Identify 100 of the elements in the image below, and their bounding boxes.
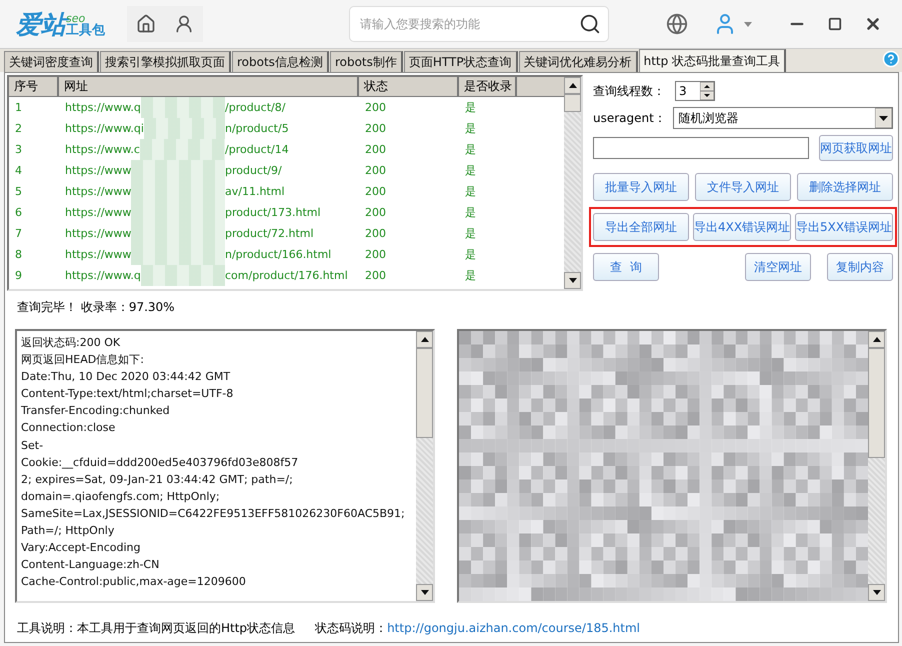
scrollbar-thumb[interactable] (868, 348, 885, 458)
down-arrow-icon (872, 590, 880, 595)
table-cell-text: 是 (464, 121, 477, 136)
table-cell-text: 4 (14, 164, 23, 177)
up-arrow-icon (568, 83, 576, 88)
down-arrow-icon (420, 590, 428, 595)
response-line: 返回状态码:200 OK (21, 335, 122, 351)
useragent-dropdown[interactable]: 随机浏览器 (673, 107, 893, 129)
fetch-urls-button[interactable]: 网页获取网址 (818, 135, 893, 161)
scroll-up-button[interactable] (564, 77, 581, 94)
tab[interactable]: 关键词优化难易分析 (518, 51, 638, 72)
caret-icon[interactable] (744, 22, 752, 26)
url-text: https://www (65, 248, 132, 261)
table-cell-text: 200 (364, 143, 387, 156)
scroll-down-button[interactable] (868, 584, 885, 601)
column-header[interactable]: 状态 (359, 77, 459, 97)
url-text: https://www (65, 185, 132, 198)
tool-description: 工具说明：本工具用于查询网页返回的Http状态信息 (17, 620, 296, 637)
useragent-label: useragent： (593, 110, 667, 126)
response-line: Vary:Accept-Encoding (21, 540, 142, 556)
user-icon[interactable] (165, 6, 203, 42)
response-line: Content-Type:text/html;charset=UTF-8 (21, 386, 234, 402)
url-text: https://www (65, 164, 132, 177)
table-cell-text: 9 (14, 269, 23, 282)
url-text: av/11.html (225, 185, 285, 198)
up-arrow-icon (420, 337, 428, 342)
url-text: n/product/5 (225, 122, 289, 135)
table-cell-text: 3 (14, 143, 23, 156)
url-input-field[interactable] (593, 137, 809, 159)
response-line: Transfer-Encoding:chunked (21, 403, 171, 420)
table-cell-text: 200 (364, 122, 387, 135)
table-cell-text: 5 (14, 185, 23, 198)
status-code-label: 状态码说明： (315, 621, 388, 635)
table-cell-text: 200 (364, 206, 387, 219)
export-button[interactable]: 导出全部网址 (593, 213, 689, 241)
tab[interactable]: robots制作 (330, 51, 403, 72)
spinner-arrows-icon[interactable] (700, 82, 714, 100)
url-text: https://www (65, 227, 132, 240)
url-text: https://www.qi (65, 122, 144, 135)
status-code-link[interactable]: http://gongju.aizhan.com/course/185.html (387, 621, 640, 635)
home-icon[interactable] (127, 6, 165, 42)
column-header[interactable]: 是否收录 (459, 77, 517, 97)
column-header[interactable]: 网址 (59, 77, 359, 97)
scroll-up-button[interactable] (868, 331, 885, 348)
dropdown-button[interactable] (875, 108, 892, 128)
url-text: https://www.q (65, 101, 141, 114)
export-button[interactable]: 导出5XX错误网址 (795, 213, 893, 241)
url-text: https://www.q (65, 269, 141, 282)
response-line: Cache-Control:public,max-age=1209600 (21, 574, 247, 590)
table-cell-text: 200 (364, 248, 387, 261)
export-button[interactable]: 导出4XX错误网址 (693, 213, 791, 241)
threads-label: 查询线程数： (593, 82, 666, 100)
table-cell-text: 是 (464, 163, 477, 178)
url-text: /product/14 (225, 143, 289, 156)
response-line: Connection:close (21, 420, 116, 436)
copy-content-button[interactable]: 复制内容 (827, 253, 893, 281)
help-icon[interactable] (882, 50, 900, 68)
table-cell-text: 1 (14, 101, 23, 114)
response-line: 网页返回HEAD信息如下: (21, 352, 145, 368)
table-cell-text: 200 (364, 185, 387, 198)
query-button[interactable]: 查 询 (593, 253, 659, 281)
table-cell-text: 是 (464, 100, 477, 115)
action-button[interactable]: 文件导入网址 (695, 173, 791, 201)
scroll-up-button[interactable] (416, 331, 433, 348)
search-field[interactable]: 请输入您要搜索的功能 (349, 6, 609, 42)
action-button[interactable]: 批量导入网址 (593, 173, 689, 201)
table-cell-text: 是 (464, 142, 477, 157)
tab[interactable]: 页面HTTP状态查询 (404, 51, 518, 72)
search-icon[interactable] (579, 13, 601, 35)
table-cell-text: 是 (464, 247, 477, 262)
scroll-down-button[interactable] (564, 272, 581, 289)
table-cell-text: 是 (464, 268, 477, 283)
scrollbar-thumb[interactable] (564, 94, 581, 112)
url-text: /product/8/ (225, 101, 286, 114)
tab[interactable]: http 状态码批量查询工具 (638, 49, 786, 72)
table-cell-text: 2 (14, 122, 23, 135)
tab[interactable]: 关键词密度查询 (4, 51, 99, 72)
table-cell-text: 200 (364, 164, 387, 177)
scroll-down-button[interactable] (416, 584, 433, 601)
table-cell-text: 是 (464, 226, 477, 241)
table-cell-text: 200 (364, 227, 387, 240)
table-cell-text: 是 (464, 184, 477, 199)
response-line: SameSite=Lax,JSESSIONID=C6422FE9513EFF581026230F60AC5B91; (21, 506, 406, 522)
response-line: Cookie:__cfduid=ddd200ed5e403796fd03e808f57 (21, 454, 300, 471)
url-text: n/product/166.html (225, 248, 332, 261)
tab[interactable]: 搜索引擎模拟抓取页面 (100, 51, 231, 72)
table-cell-text: 8 (14, 248, 23, 261)
url-text: com/product/176.html (225, 269, 348, 282)
response-text-area[interactable] (15, 329, 435, 603)
response-line: domain=.qiaofengfs.com; HttpOnly; (21, 488, 221, 505)
scrollbar-thumb[interactable] (416, 348, 433, 438)
tab[interactable]: robots信息检测 (232, 51, 329, 72)
clear-urls-button[interactable]: 清空网址 (745, 253, 811, 281)
status-text: 查询完毕！ 收录率：97.30% (17, 300, 175, 314)
threads-spinner[interactable]: 3 (675, 81, 715, 101)
url-text: product/72.html (225, 227, 314, 240)
url-text: https://www (65, 206, 132, 219)
action-button[interactable]: 删除选择网址 (797, 173, 893, 201)
response-line: 2; expires=Sat, 09-Jan-21 03:44:42 GMT; path=/; (21, 472, 294, 488)
column-header[interactable]: 序号 (9, 77, 59, 97)
